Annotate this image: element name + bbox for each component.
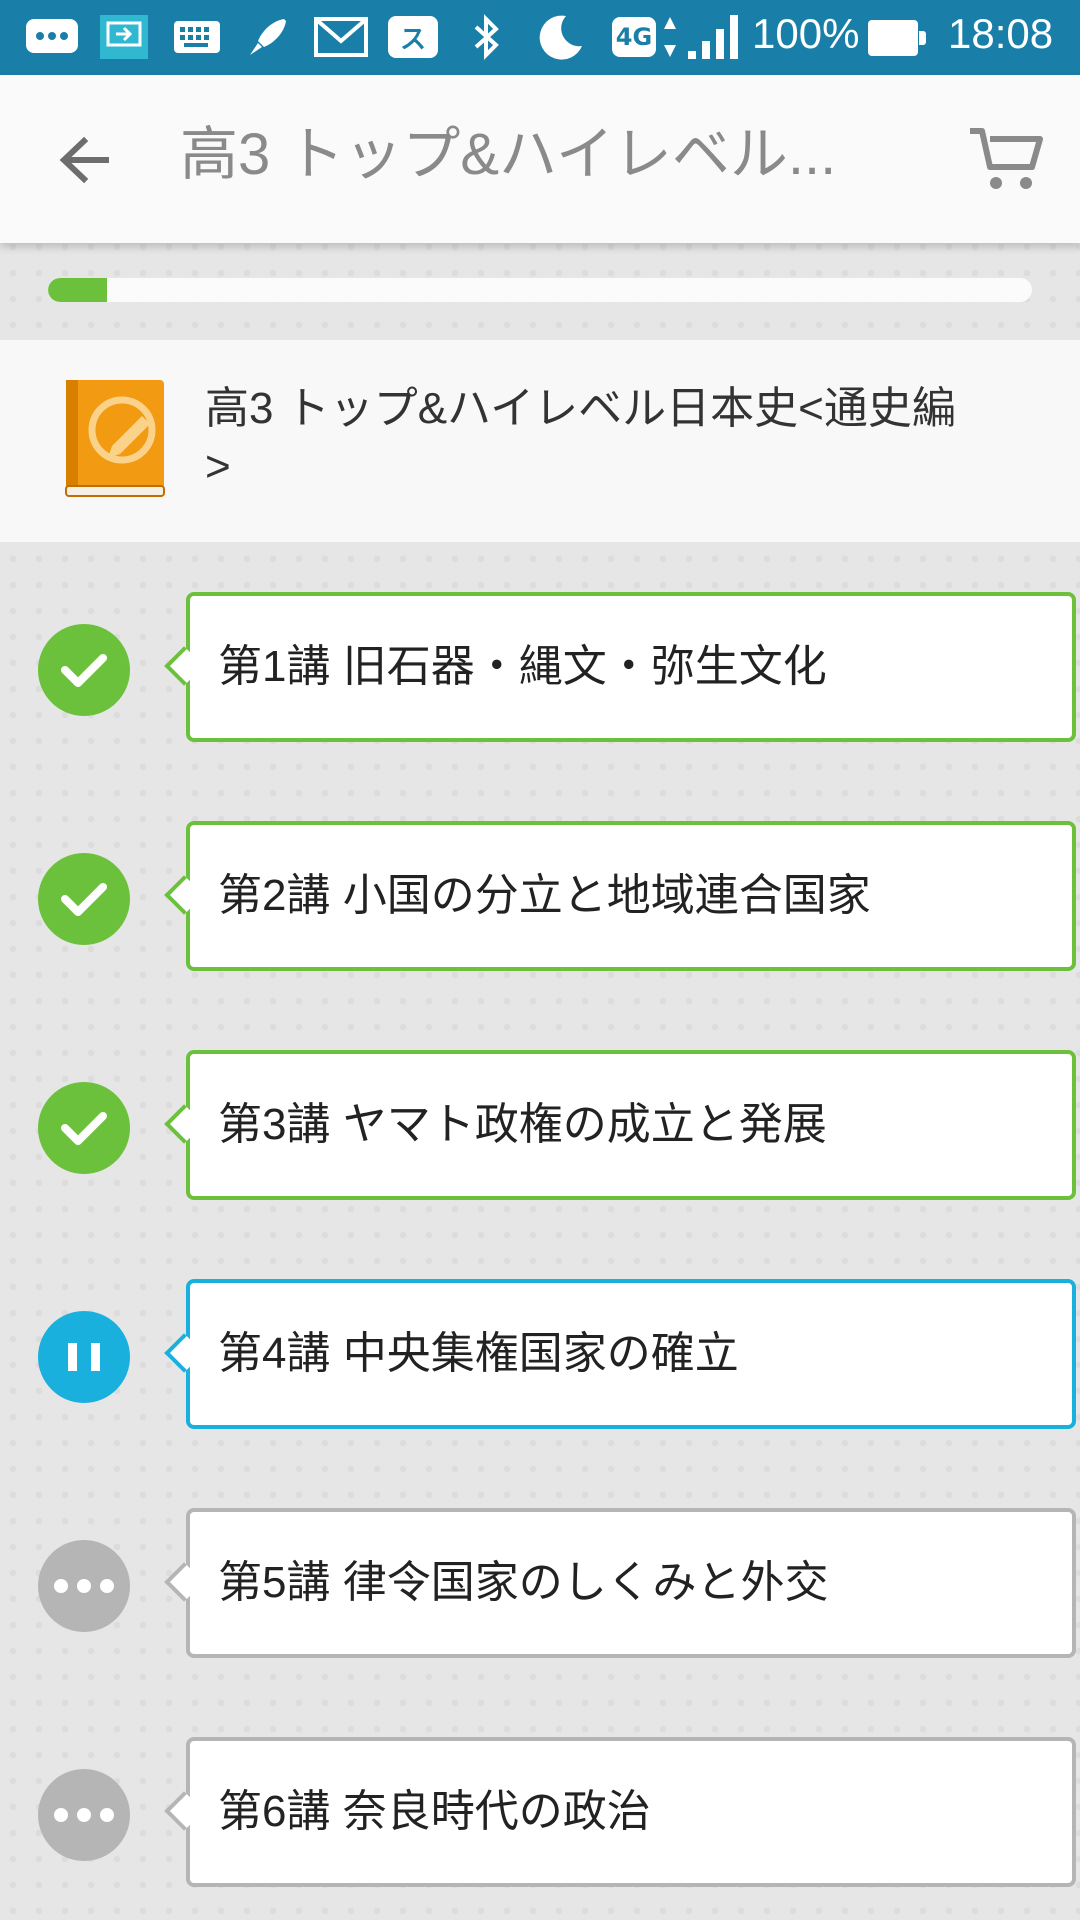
bluetooth-icon <box>470 12 504 62</box>
battery-percent: 100% <box>752 10 860 57</box>
screen-share-icon <box>98 12 150 62</box>
lesson-label: 第2講 小国の分立と地域連合国家 <box>218 871 871 920</box>
lesson-label: 第5講 律令国家のしくみと外交 <box>218 1558 829 1607</box>
book-title-line2: > <box>205 442 231 491</box>
app-bar: 高3 トップ&ハイレベル... <box>0 75 1080 243</box>
cart-icon[interactable] <box>968 123 1044 193</box>
lesson-item[interactable]: 第4講 中央集権国家の確立 <box>0 1279 1080 1435</box>
moon-icon <box>536 12 586 62</box>
4g-icon: 4G <box>612 12 656 62</box>
lesson-card[interactable]: 第5講 律令国家のしくみと外交 <box>164 1508 1076 1658</box>
lesson-card[interactable]: 第2講 小国の分立と地域連合国家 <box>164 821 1076 971</box>
more-dots-icon <box>38 1540 130 1632</box>
lesson-card[interactable]: 第3講 ヤマト政権の成立と発展 <box>164 1050 1076 1200</box>
course-progress-bar <box>48 278 1032 302</box>
network-label: 4G <box>612 17 656 57</box>
rocket-icon <box>244 12 292 62</box>
lesson-label: 第1講 旧石器・縄文・弥生文化 <box>218 642 827 691</box>
lesson-card[interactable]: 第6講 奈良時代の政治 <box>164 1737 1076 1887</box>
check-icon <box>38 1082 130 1174</box>
progress-fill <box>48 278 108 302</box>
lesson-item[interactable]: 第6講 奈良時代の政治 <box>0 1737 1080 1893</box>
book-header: 高3 トップ&ハイレベル日本史<通史編 > <box>0 340 1080 542</box>
book-title: 高3 トップ&ハイレベル日本史<通史編 > <box>205 380 1045 496</box>
battery-icon <box>868 20 926 56</box>
lesson-item[interactable]: 第1講 旧石器・縄文・弥生文化 <box>0 592 1080 748</box>
lesson-label: 第6講 奈良時代の政治 <box>218 1787 651 1836</box>
more-dots-icon <box>38 1769 130 1861</box>
book-icon <box>62 378 166 500</box>
lesson-card[interactable]: 第1講 旧石器・縄文・弥生文化 <box>164 592 1076 742</box>
clock: 18:08 <box>948 10 1054 57</box>
book-title-line1: 高3 トップ&ハイレベル日本史<通史編 <box>205 384 956 433</box>
messages-icon <box>24 12 80 62</box>
pause-icon <box>38 1311 130 1403</box>
signal-icon <box>686 12 740 62</box>
lesson-item[interactable]: 第5講 律令国家のしくみと外交 <box>0 1508 1080 1664</box>
gmail-icon <box>314 12 368 62</box>
lesson-card[interactable]: 第4講 中央集権国家の確立 <box>164 1279 1076 1429</box>
lesson-label: 第4講 中央集権国家の確立 <box>218 1329 739 1378</box>
lesson-item[interactable]: 第2講 小国の分立と地域連合国家 <box>0 821 1080 977</box>
page-title: 高3 トップ&ハイレベル... <box>180 122 837 187</box>
data-arrows-icon <box>662 12 678 62</box>
arrow-left-icon[interactable] <box>50 125 120 195</box>
keyboard-icon <box>172 12 222 62</box>
app-su-icon: ス <box>388 12 438 62</box>
lesson-label: 第3講 ヤマト政権の成立と発展 <box>218 1100 827 1149</box>
lesson-item[interactable]: 第3講 ヤマト政権の成立と発展 <box>0 1050 1080 1206</box>
check-icon <box>38 853 130 945</box>
status-bar: ス 4G 100% 18:08 <box>0 0 1080 75</box>
check-icon <box>38 624 130 716</box>
